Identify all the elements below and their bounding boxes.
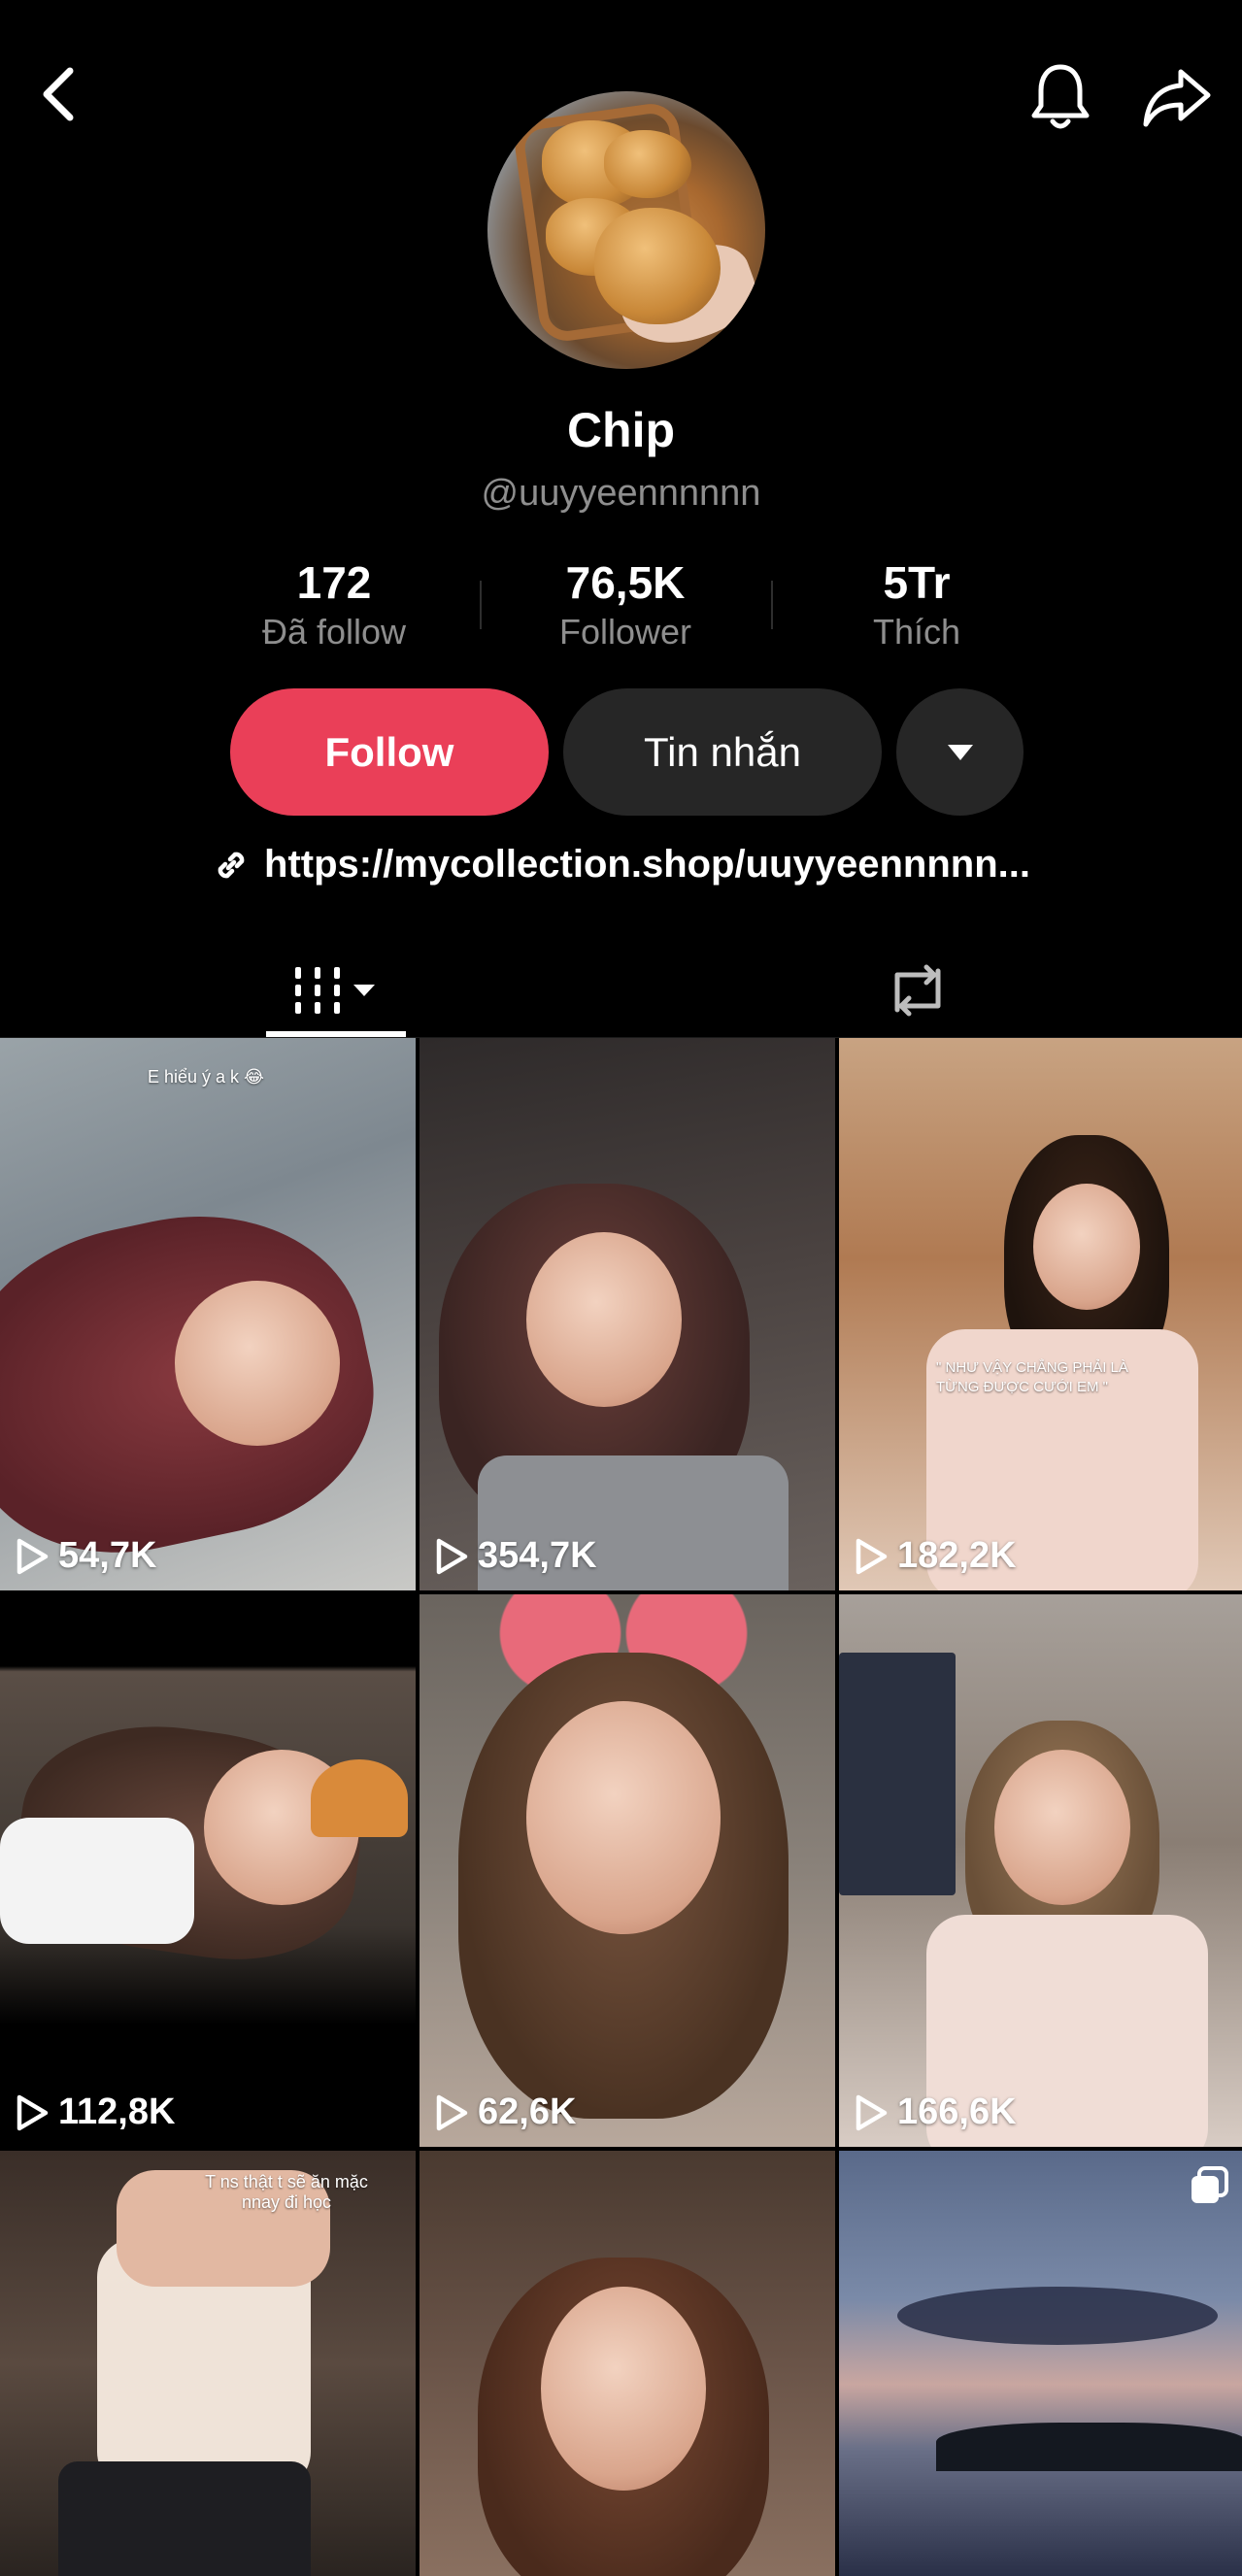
video-caption: E hiểu ý a k 😂 [148, 1067, 265, 1087]
share-arrow-icon [1143, 69, 1211, 127]
follow-button[interactable]: Follow [230, 688, 549, 816]
video-tile[interactable]: 112,8K [0, 1594, 416, 2147]
video-view-count-text: 166,6K [897, 2091, 1017, 2132]
video-tile[interactable]: E hiểu ý a k 😂 54,7K [0, 1038, 416, 1590]
video-thumbnail-face [175, 1281, 340, 1446]
play-icon [17, 2094, 49, 2130]
video-tile[interactable]: 166,6K [839, 1594, 1242, 2147]
stat-likes-value: 5Tr [883, 557, 951, 608]
video-view-count: 354,7K [435, 1535, 597, 1577]
grid-icon [295, 967, 375, 1014]
stat-following[interactable]: 172 Đã follow [188, 555, 480, 654]
video-view-count: 62,6K [435, 2091, 576, 2133]
more-options-button[interactable] [896, 688, 1024, 816]
notification-bell-button[interactable] [1024, 58, 1096, 136]
stat-likes: 5Tr Thích [771, 555, 1062, 654]
video-thumbnail-face [541, 2287, 706, 2491]
play-icon [856, 1538, 888, 1574]
tab-videos[interactable] [266, 942, 406, 1039]
video-thumbnail-face [994, 1750, 1130, 1905]
video-tile[interactable]: T ns thật t sẽ ăn mặc nnay đi học [0, 2151, 416, 2576]
video-caption: T ns thật t sẽ ăn mặc nnay đi học [205, 2172, 368, 2212]
bio-link[interactable]: https://mycollection.shop/uuyyeennnnn... [0, 843, 1242, 887]
video-tile[interactable] [420, 2151, 835, 2576]
video-thumbnail-island [936, 2423, 1242, 2471]
video-view-count: 182,2K [855, 1535, 1017, 1577]
video-view-count-text: 182,2K [897, 1535, 1017, 1576]
video-thumbnail-cloud [897, 2287, 1218, 2345]
video-tile[interactable]: 62,6K [420, 1594, 835, 2147]
stat-likes-label: Thích [872, 612, 961, 652]
video-thumbnail-window [839, 1653, 956, 1895]
avatar-pastry-shape [594, 208, 721, 324]
caret-down-icon [947, 744, 973, 760]
video-view-count-text: 54,7K [58, 1535, 157, 1576]
profile-avatar[interactable] [487, 91, 765, 369]
multiple-photos-icon [1192, 2166, 1228, 2203]
video-tile[interactable] [839, 2151, 1242, 2576]
video-view-count-text: 112,8K [58, 2091, 176, 2132]
video-thumbnail-pants [58, 2461, 311, 2576]
video-tile[interactable]: " NHƯ VẬY CHẲNG PHẢI LÀ TỪNG ĐƯỢC CƯỚI E… [839, 1038, 1242, 1590]
stat-followers-label: Follower [558, 612, 692, 652]
video-view-count: 112,8K [16, 2091, 175, 2133]
stat-followers-value: 76,5K [565, 557, 686, 608]
profile-handle: @uuyyeennnnnn [481, 473, 761, 514]
play-icon [17, 1538, 49, 1574]
tab-reposts[interactable] [855, 942, 981, 1039]
video-thumbnail-face [526, 1701, 721, 1934]
stat-following-value: 172 [296, 557, 372, 608]
link-icon [218, 852, 245, 878]
video-thumbnail-face [1033, 1184, 1140, 1310]
play-icon [856, 2094, 888, 2130]
back-button[interactable] [29, 60, 87, 128]
chevron-left-icon [43, 67, 74, 121]
video-view-count: 54,7K [16, 1535, 156, 1577]
video-thumbnail-top [0, 1818, 194, 1944]
video-caption: " NHƯ VẬY CHẲNG PHẢI LÀ TỪNG ĐƯỢC CƯỚI E… [936, 1359, 1128, 1395]
video-view-count-text: 354,7K [478, 1535, 597, 1576]
bio-link-text: https://mycollection.shop/uuyyeennnnn... [264, 843, 1030, 886]
stat-following-label: Đã follow [261, 612, 407, 652]
avatar-pastry-shape [604, 130, 691, 198]
bell-icon [1031, 64, 1090, 129]
share-button[interactable] [1138, 62, 1216, 132]
play-icon [436, 2094, 468, 2130]
video-view-count-text: 62,6K [478, 2091, 577, 2132]
stat-followers[interactable]: 76,5K Follower [480, 555, 771, 654]
video-thumbnail-face [526, 1232, 682, 1407]
repost-icon [894, 964, 941, 1017]
video-tile[interactable]: 354,7K [420, 1038, 835, 1590]
profile-display-name: Chip [566, 403, 676, 457]
message-button[interactable]: Tin nhắn [563, 688, 882, 816]
play-icon [436, 1538, 468, 1574]
video-view-count: 166,6K [855, 2091, 1017, 2133]
video-thumbnail-lamp [311, 1759, 408, 1837]
